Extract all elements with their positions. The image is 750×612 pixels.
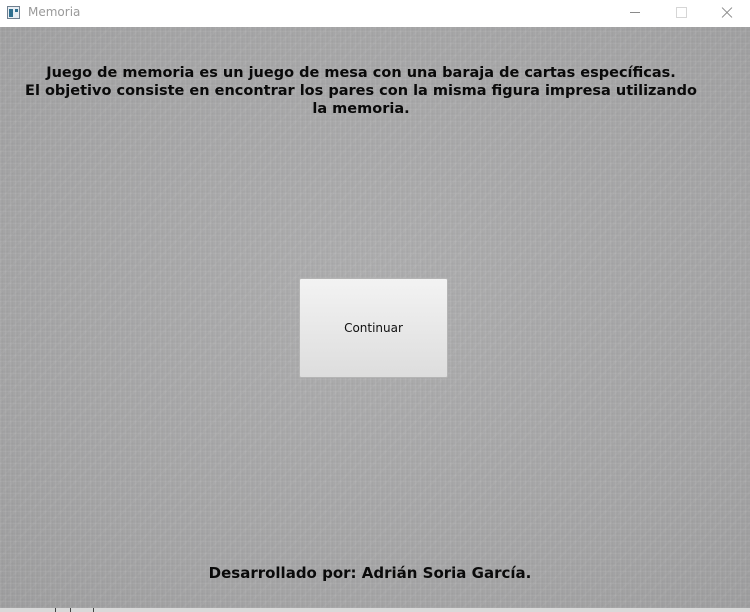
main-panel: Juego de memoria es un juego de mesa con… xyxy=(0,27,750,608)
title-bar[interactable]: Memoria xyxy=(0,0,750,27)
app-icon xyxy=(7,6,20,19)
maximize-button xyxy=(658,0,704,27)
description-line: El objetivo consiste en encontrar los pa… xyxy=(25,83,697,99)
continue-button[interactable]: Continuar xyxy=(299,278,448,378)
close-button[interactable] xyxy=(704,0,750,27)
bottom-edge xyxy=(0,608,750,612)
edge-mark xyxy=(93,608,94,612)
description-line: la memoria. xyxy=(312,101,410,117)
game-description: Juego de memoria es un juego de mesa con… xyxy=(0,64,722,118)
description-line: Juego de memoria es un juego de mesa con… xyxy=(46,65,676,81)
edge-mark xyxy=(55,608,56,612)
minimize-button[interactable] xyxy=(612,0,658,27)
app-window: Memoria Juego de memoria es un juego de … xyxy=(0,0,750,612)
credits-text: Desarrollado por: Adrián Soria García. xyxy=(208,564,532,582)
edge-mark xyxy=(70,608,71,612)
window-title: Memoria xyxy=(28,5,81,19)
